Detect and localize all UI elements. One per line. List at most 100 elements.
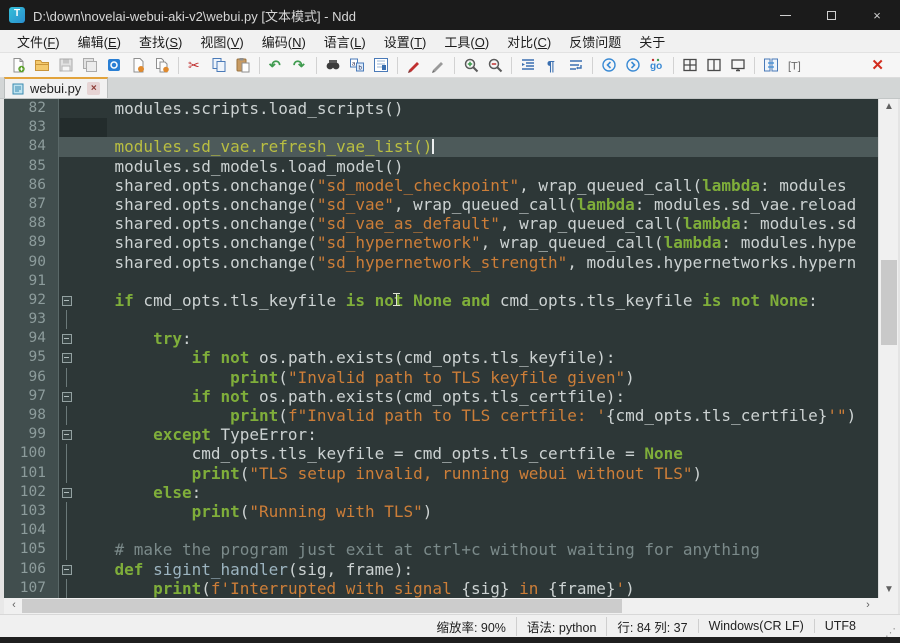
zoom-out-icon[interactable]	[483, 54, 507, 76]
code-line[interactable]: 88 shared.opts.onchange("sd_vae_as_defau…	[4, 214, 878, 233]
code-line[interactable]: 93	[4, 310, 878, 329]
tab-webui-py[interactable]: webui.py ×	[4, 77, 108, 98]
code-line[interactable]: 102 else:	[4, 483, 878, 502]
code-line[interactable]: 107 print(f'Interrupted with signal {sig…	[4, 579, 878, 598]
fold-margin	[59, 540, 76, 559]
redo-icon[interactable]: ↷	[288, 54, 312, 76]
maximize-button[interactable]	[808, 0, 854, 30]
code-editor[interactable]: 82 modules.scripts.load_scripts()8384 mo…	[0, 99, 878, 598]
menu-item[interactable]: 设置(T)	[375, 30, 436, 53]
code-line[interactable]: 83	[4, 118, 878, 137]
goto-icon[interactable]: go	[645, 54, 669, 76]
code-line[interactable]: 94 try:	[4, 329, 878, 348]
menu-item[interactable]: 关于	[630, 30, 674, 53]
code-line[interactable]: 85 modules.sd_models.load_model()	[4, 157, 878, 176]
fold-marker-icon[interactable]	[59, 329, 76, 348]
fold-marker-icon[interactable]	[59, 483, 76, 502]
line-number: 91	[4, 272, 59, 291]
code-line[interactable]: 104	[4, 521, 878, 540]
open-folder-icon[interactable]	[30, 54, 54, 76]
horizontal-scroll-thumb[interactable]	[22, 599, 622, 613]
menu-item[interactable]: 工具(O)	[435, 30, 498, 53]
menu-item[interactable]: 视图(V)	[191, 30, 252, 53]
scroll-left-icon[interactable]: ‹	[6, 598, 22, 614]
menu-item[interactable]: 语言(L)	[315, 30, 375, 53]
code-line[interactable]: 90 shared.opts.onchange("sd_hypernetwork…	[4, 253, 878, 272]
horizontal-scrollbar[interactable]: ‹ ›	[4, 598, 878, 614]
word-wrap-icon[interactable]	[564, 54, 588, 76]
fold-marker-icon[interactable]	[59, 387, 76, 406]
zoom-in-icon[interactable]	[459, 54, 483, 76]
mark-icon[interactable]	[402, 54, 426, 76]
code-line[interactable]: 103 print("Running with TLS")	[4, 502, 878, 521]
code-line[interactable]: 95 if not os.path.exists(cmd_opts.tls_ke…	[4, 348, 878, 367]
compare-icon[interactable]	[759, 54, 783, 76]
line-number: 99	[4, 425, 59, 444]
toolbar-separator	[592, 57, 593, 74]
scroll-up-icon[interactable]: ▲	[879, 99, 899, 115]
fullscreen-icon[interactable]	[726, 54, 750, 76]
code-line[interactable]: 82 modules.scripts.load_scripts()	[4, 99, 878, 118]
fold-marker-icon[interactable]	[59, 291, 76, 310]
code-line[interactable]: 97 if not os.path.exists(cmd_opts.tls_ce…	[4, 387, 878, 406]
window-grid-icon[interactable]	[678, 54, 702, 76]
toolbar-close-icon[interactable]: ✕	[871, 56, 884, 74]
code-line[interactable]: 92 if cmd_opts.tls_keyfile is not None a…	[4, 291, 878, 310]
copy-icon[interactable]	[207, 54, 231, 76]
code-line[interactable]: 87 shared.opts.onchange("sd_vae", wrap_q…	[4, 195, 878, 214]
menu-item[interactable]: 反馈问题	[560, 30, 630, 53]
code-text: print("Invalid path to TLS keyfile given…	[76, 368, 878, 387]
close-all-docs-icon[interactable]	[150, 54, 174, 76]
code-text: shared.opts.onchange("sd_hypernetwork_st…	[76, 253, 878, 272]
indent-icon[interactable]	[516, 54, 540, 76]
code-line[interactable]: 86 shared.opts.onchange("sd_model_checkp…	[4, 176, 878, 195]
clear-mark-icon[interactable]	[426, 54, 450, 76]
code-line[interactable]: 101 print("TLS setup invalid, running we…	[4, 464, 878, 483]
window-split-icon[interactable]	[702, 54, 726, 76]
text-mode-icon[interactable]: [T]	[783, 54, 807, 76]
vertical-scroll-thumb[interactable]	[881, 260, 897, 345]
save-all-icon[interactable]	[78, 54, 102, 76]
scroll-right-icon[interactable]: ›	[860, 598, 876, 614]
undo-icon[interactable]: ↶	[264, 54, 288, 76]
save-as-icon[interactable]	[102, 54, 126, 76]
show-symbol-icon[interactable]: ¶	[540, 54, 564, 76]
close-doc-icon[interactable]	[126, 54, 150, 76]
paste-icon[interactable]	[231, 54, 255, 76]
menu-item[interactable]: 编辑(E)	[69, 30, 130, 53]
code-line[interactable]: 98 print(f"Invalid path to TLS certfile:…	[4, 406, 878, 425]
find-in-files-icon[interactable]	[369, 54, 393, 76]
code-text	[76, 310, 878, 329]
code-line[interactable]: 91	[4, 272, 878, 291]
new-file-icon[interactable]	[6, 54, 30, 76]
code-line[interactable]: 96 print("Invalid path to TLS keyfile gi…	[4, 368, 878, 387]
fold-marker-icon[interactable]	[59, 560, 76, 579]
code-line[interactable]: 100 cmd_opts.tls_keyfile = cmd_opts.tls_…	[4, 444, 878, 463]
code-text: except TypeError:	[76, 425, 878, 444]
code-line[interactable]: 99 except TypeError:	[4, 425, 878, 444]
fold-marker-icon[interactable]	[59, 425, 76, 444]
find-icon[interactable]	[321, 54, 345, 76]
code-line[interactable]: 105 # make the program just exit at ctrl…	[4, 540, 878, 559]
close-button[interactable]: ×	[854, 0, 900, 30]
scroll-down-icon[interactable]: ▼	[879, 582, 899, 598]
vertical-scrollbar[interactable]: ▲ ▼	[878, 99, 898, 598]
menu-item[interactable]: 查找(S)	[130, 30, 191, 53]
menu-item[interactable]: 文件(F)	[8, 30, 69, 53]
save-icon[interactable]	[54, 54, 78, 76]
minimize-button[interactable]	[762, 0, 808, 30]
nav-back-icon[interactable]	[597, 54, 621, 76]
tab-close-icon[interactable]: ×	[87, 82, 100, 95]
document-icon	[12, 83, 24, 95]
nav-forward-icon[interactable]	[621, 54, 645, 76]
code-line[interactable]: 89 shared.opts.onchange("sd_hypernetwork…	[4, 233, 878, 252]
menu-item[interactable]: 对比(C)	[498, 30, 560, 53]
cut-icon[interactable]: ✂	[183, 54, 207, 76]
replace-icon[interactable]: ab	[345, 54, 369, 76]
menu-item[interactable]: 编码(N)	[253, 30, 315, 53]
code-line[interactable]: 84 modules.sd_vae.refresh_vae_list()	[4, 137, 878, 156]
toolbar-separator	[754, 57, 755, 74]
fold-marker-icon[interactable]	[59, 348, 76, 367]
code-line[interactable]: 106 def sigint_handler(sig, frame):	[4, 560, 878, 579]
code-text: def sigint_handler(sig, frame):	[76, 560, 878, 579]
